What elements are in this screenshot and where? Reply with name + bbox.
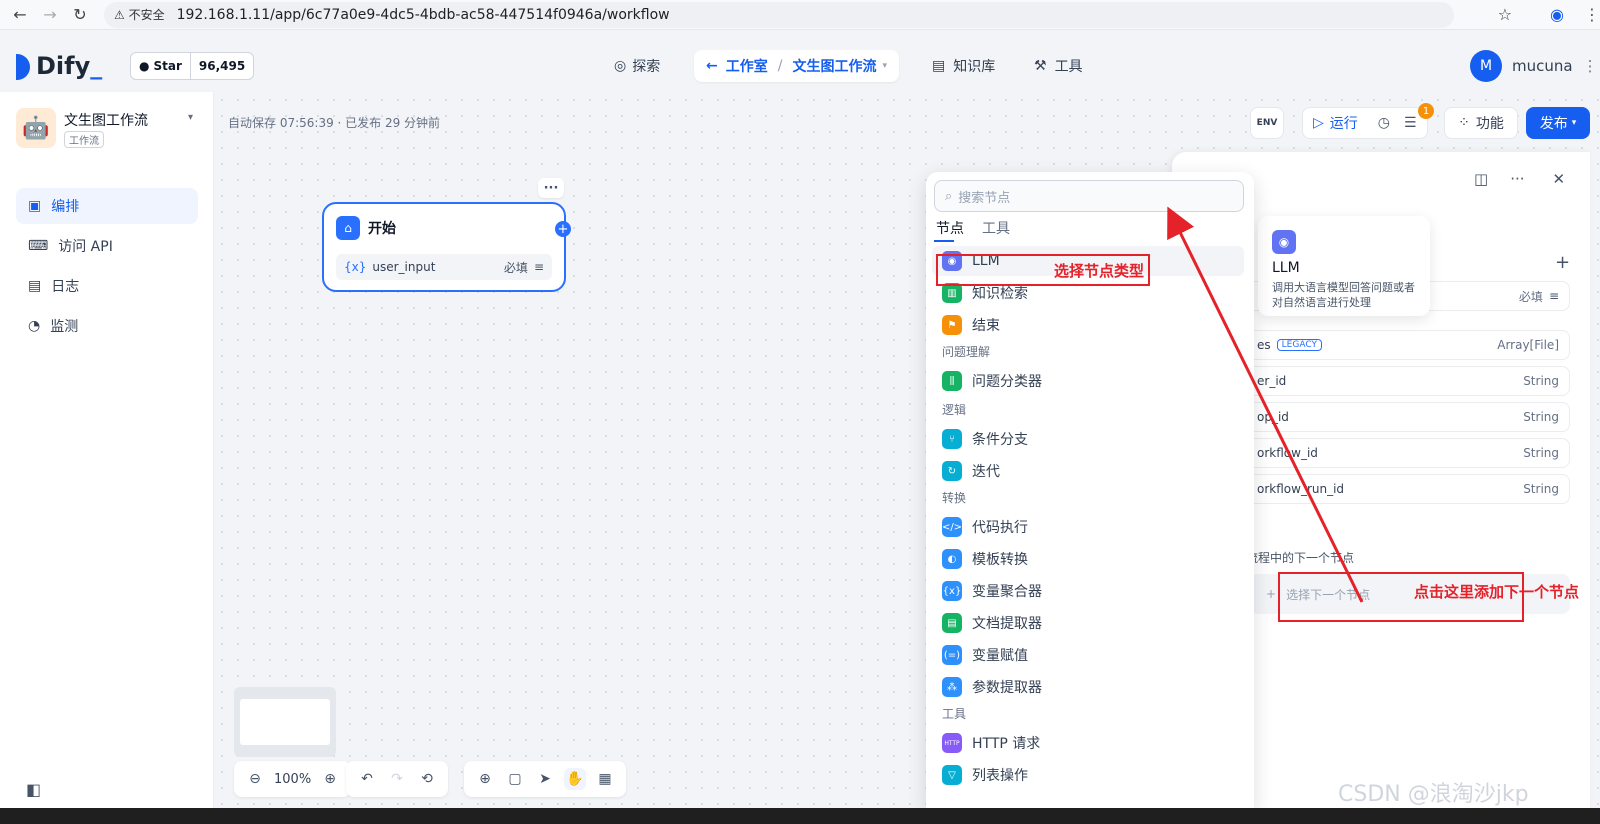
- annotation-arrow: [1167, 206, 1364, 603]
- os-taskbar: [0, 808, 1600, 824]
- watermark: CSDN @浪淘沙jkp: [1338, 782, 1529, 807]
